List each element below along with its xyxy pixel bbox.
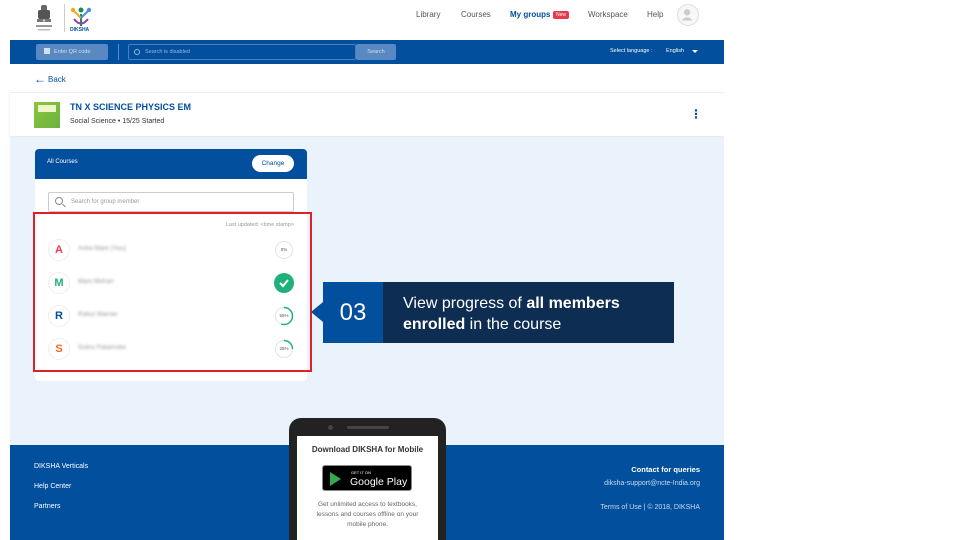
callout-text-bold-1: all members — [526, 295, 620, 312]
course-thumbnail — [34, 102, 60, 128]
qr-icon — [44, 48, 50, 54]
logo-text: DIKSHA — [70, 27, 90, 33]
google-play-icon — [330, 472, 341, 486]
new-badge: New — [553, 11, 570, 19]
language-select[interactable]: English — [666, 48, 684, 54]
course-title: TN X SCIENCE PHYSICS EM — [70, 102, 192, 112]
enter-qr-code-button[interactable]: Enter QR code — [36, 44, 108, 60]
footer-link-help-center[interactable]: Help Center — [34, 483, 71, 490]
footer-link-partners[interactable]: Partners — [34, 503, 60, 510]
search-button[interactable]: Search — [356, 44, 396, 60]
top-header: DIKSHA Library Courses My groups New Wor… — [0, 0, 724, 40]
search-toolbar: Enter QR code Search is disabled Search … — [10, 40, 724, 64]
phone-speaker — [347, 426, 389, 429]
footer-link-verticals[interactable]: DIKSHA Verticals — [34, 463, 88, 470]
contact-email-link[interactable]: diksha-support@ncte-India.org — [604, 480, 700, 487]
language-label: Select language : — [610, 48, 653, 54]
member-search-input[interactable]: Search for group member — [48, 192, 294, 212]
qr-label: Enter QR code — [54, 49, 91, 55]
course-header: TN X SCIENCE PHYSICS EM Social Science •… — [10, 92, 724, 136]
nav-workspace[interactable]: Workspace — [588, 10, 628, 19]
chevron-down-icon[interactable] — [692, 50, 698, 53]
promo-description: Get unlimited access to textbooks, lesso… — [316, 501, 419, 528]
more-options-icon[interactable]: ⋮ — [690, 107, 702, 121]
search-input[interactable]: Search is disabled — [128, 44, 356, 60]
search-icon — [134, 49, 140, 55]
back-label: Back — [48, 75, 66, 84]
highlight-box — [33, 212, 312, 372]
back-link[interactable]: ← Back — [34, 72, 66, 86]
terms-of-use-link[interactable]: Terms of Use | © 2018, DIKSHA — [600, 504, 700, 511]
search-placeholder: Search is disabled — [145, 49, 190, 55]
badge-big-text: Google Play — [350, 476, 408, 488]
arrow-left-icon: ← — [34, 72, 46, 86]
mobile-app-promo: Download DIKSHA for Mobile GET IT ON Goo… — [289, 418, 446, 540]
contact-title: Contact for queries — [631, 465, 700, 474]
nav-help[interactable]: Help — [647, 10, 663, 19]
change-button[interactable]: Change — [252, 155, 294, 172]
nav-library[interactable]: Library — [416, 10, 440, 19]
google-play-button[interactable]: GET IT ON Google Play — [322, 465, 412, 491]
toolbar-divider — [118, 44, 119, 60]
callout-pointer — [311, 302, 323, 322]
callout-text-part-2: in the course — [465, 316, 562, 333]
logo-divider — [64, 4, 65, 32]
badge-small-text: GET IT ON — [351, 470, 371, 475]
callout-text: View progress of all members enrolled in … — [383, 282, 674, 343]
card-title: All Courses — [47, 159, 78, 165]
card-header: All Courses Change — [35, 149, 307, 179]
nav-my-groups[interactable]: My groups — [510, 10, 550, 19]
callout-text-part-1: View progress of — [403, 295, 527, 312]
national-emblem-icon — [36, 5, 52, 31]
user-icon — [681, 9, 693, 21]
promo-title: Download DIKSHA for Mobile — [311, 445, 424, 454]
nav-courses[interactable]: Courses — [461, 10, 491, 19]
search-icon — [55, 197, 63, 205]
member-search-placeholder: Search for group member — [71, 199, 140, 205]
callout-step-number: 03 — [323, 282, 383, 343]
user-avatar[interactable] — [677, 4, 699, 26]
callout-text-bold-2: enrolled — [403, 316, 466, 333]
course-subtitle: Social Science • 15/25 Started — [70, 118, 165, 125]
phone-screen: Download DIKSHA for Mobile GET IT ON Goo… — [297, 436, 438, 540]
phone-camera — [328, 425, 333, 430]
